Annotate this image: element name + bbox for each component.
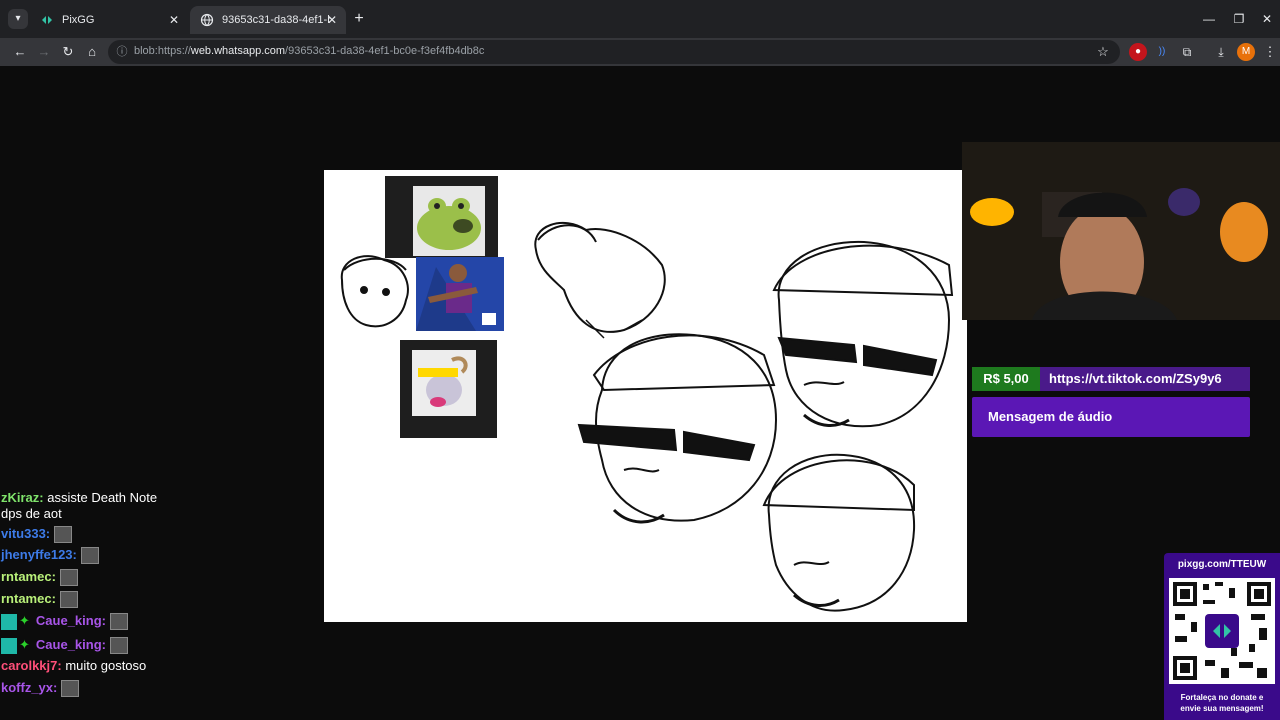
tab-title: PixGG [62,14,95,26]
back-arrow-icon[interactable]: ← [10,42,30,62]
extension-red-icon[interactable]: ● [1129,43,1147,61]
minimize-icon[interactable]: — [1200,10,1218,28]
globe-icon [200,13,214,27]
address-bar[interactable]: ⓘ blob:https://web.whatsapp.com/93653c31… [108,40,1120,64]
webcam-feed [962,142,1280,320]
emote-icon [80,547,99,565]
close-tab-icon[interactable]: ✕ [324,12,340,28]
chat-message: rntamec: [1,569,78,587]
emote-icon [109,613,128,631]
tab-search-chevron-down-icon[interactable]: ▾ [8,9,28,29]
chat-message: zKiraz: assiste Death Note [1,490,158,505]
restore-icon[interactable]: ❐ [1230,10,1248,28]
tab-title: 93653c31-da38-4ef1-bc0e-f3ef4fb4db8c [222,14,330,26]
menu-kebab-icon[interactable]: ⋮ [1261,43,1279,61]
download-icon[interactable]: ⤓ [1212,43,1230,61]
donation-link: https://vt.tiktok.com/ZSy9y6 [1040,367,1250,391]
sparkle-icon: ✦ [19,613,30,628]
url-text: blob:https://web.whatsapp.com/93653c31-d… [134,45,485,57]
emote-icon [109,637,128,655]
forward-arrow-icon[interactable]: → [34,42,54,62]
close-window-icon[interactable]: ✕ [1258,10,1276,28]
emote-icon [54,526,73,544]
sketch-drawings [340,221,954,612]
emote-icon [59,569,78,587]
audio-message-label: Mensagem de áudio [972,397,1250,437]
chat-message: ✦ Caue_king: [1,613,128,631]
profile-avatar[interactable]: M [1237,43,1255,61]
tab-blob-image[interactable]: 93653c31-da38-4ef1-bc0e-f3ef4fb4db8c ✕ [190,6,346,34]
close-tab-icon[interactable]: ✕ [166,12,182,28]
chat-message: koffz_yx: [1,680,80,698]
subscriber-badge-icon [1,613,17,630]
extension-audio-icon[interactable]: )) [1153,43,1171,61]
browser-toolbar: ← → ↻ ⌂ ⓘ blob:https://web.whatsapp.com/… [0,38,1280,66]
emote-icon [61,680,80,698]
extensions-puzzle-icon[interactable]: ⧉ [1178,43,1196,61]
new-tab-plus-icon[interactable]: + [350,10,368,28]
emote-icon [59,591,78,609]
site-info-icon[interactable]: ⓘ [114,44,130,60]
subscriber-badge-icon [1,637,17,654]
pixgg-qr-panel: pixgg.com/TTEUW Fortaleça no donate e env… [1164,553,1280,720]
qr-code [1169,578,1275,684]
donation-amount: R$ 5,00 [972,367,1040,391]
chat-message: vitu333: [1,526,73,544]
tab-pixgg[interactable]: PixGG ✕ [30,6,188,34]
chat-message: carolkkj7: muito gostoso [1,658,147,673]
chat-message-continuation: dps de aot [1,506,62,521]
home-icon[interactable]: ⌂ [82,42,102,62]
chat-message: rntamec: [1,591,78,609]
pixgg-icon [42,16,52,24]
donation-alert: R$ 5,00 https://vt.tiktok.com/ZSy9y6 [972,367,1250,391]
qr-caption: Fortaleça no donate e envie sua mensagem! [1180,693,1264,713]
chat-message: ✦ Caue_king: [1,637,128,655]
qr-title: pixgg.com/TTEUW [1177,559,1267,570]
reload-icon[interactable]: ↻ [58,42,78,62]
bookmark-star-icon[interactable]: ☆ [1094,43,1112,61]
browser-tab-bar: ▾ PixGG ✕ 93653c31-da38-4ef1-bc0e-f3ef4f… [0,0,1280,38]
sparkle-icon: ✦ [19,637,30,652]
chat-message: jhenyffe123: [1,547,99,565]
drawing-canvas [324,170,967,622]
